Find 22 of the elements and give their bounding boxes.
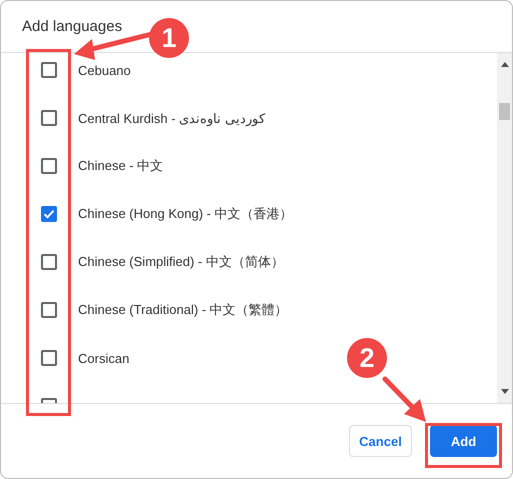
checkbox[interactable]: [41, 110, 57, 126]
language-label[interactable]: Corsican: [78, 350, 130, 366]
checkbox[interactable]: [41, 206, 57, 222]
language-label[interactable]: Chinese (Traditional) - 中文（繁體）: [78, 301, 288, 319]
scroll-up-icon[interactable]: [501, 62, 509, 67]
language-label[interactable]: Chinese (Simplified) - 中文（简体）: [78, 253, 284, 271]
language-label[interactable]: Central Kurdish - کوردیی ناوەندی: [78, 110, 265, 126]
checkbox[interactable]: [41, 350, 57, 366]
checkbox[interactable]: [41, 302, 57, 318]
language-label[interactable]: Cebuano: [78, 62, 131, 78]
scroll-down-icon[interactable]: [501, 389, 509, 394]
checkbox[interactable]: [41, 158, 57, 174]
arrow: [382, 376, 426, 422]
scrollbar-thumb[interactable]: [499, 103, 510, 120]
cancel-button[interactable]: Cancel: [349, 425, 412, 457]
dialog-title: Add languages: [22, 18, 122, 35]
add-button[interactable]: Add: [430, 425, 497, 457]
checkbox[interactable]: [41, 62, 57, 78]
scrollbar[interactable]: [497, 53, 512, 403]
language-label[interactable]: Chinese (Hong Kong) - 中文（香港）: [78, 205, 293, 223]
checkbox[interactable]: [41, 254, 57, 270]
language-label[interactable]: Chinese - 中文: [78, 157, 164, 175]
